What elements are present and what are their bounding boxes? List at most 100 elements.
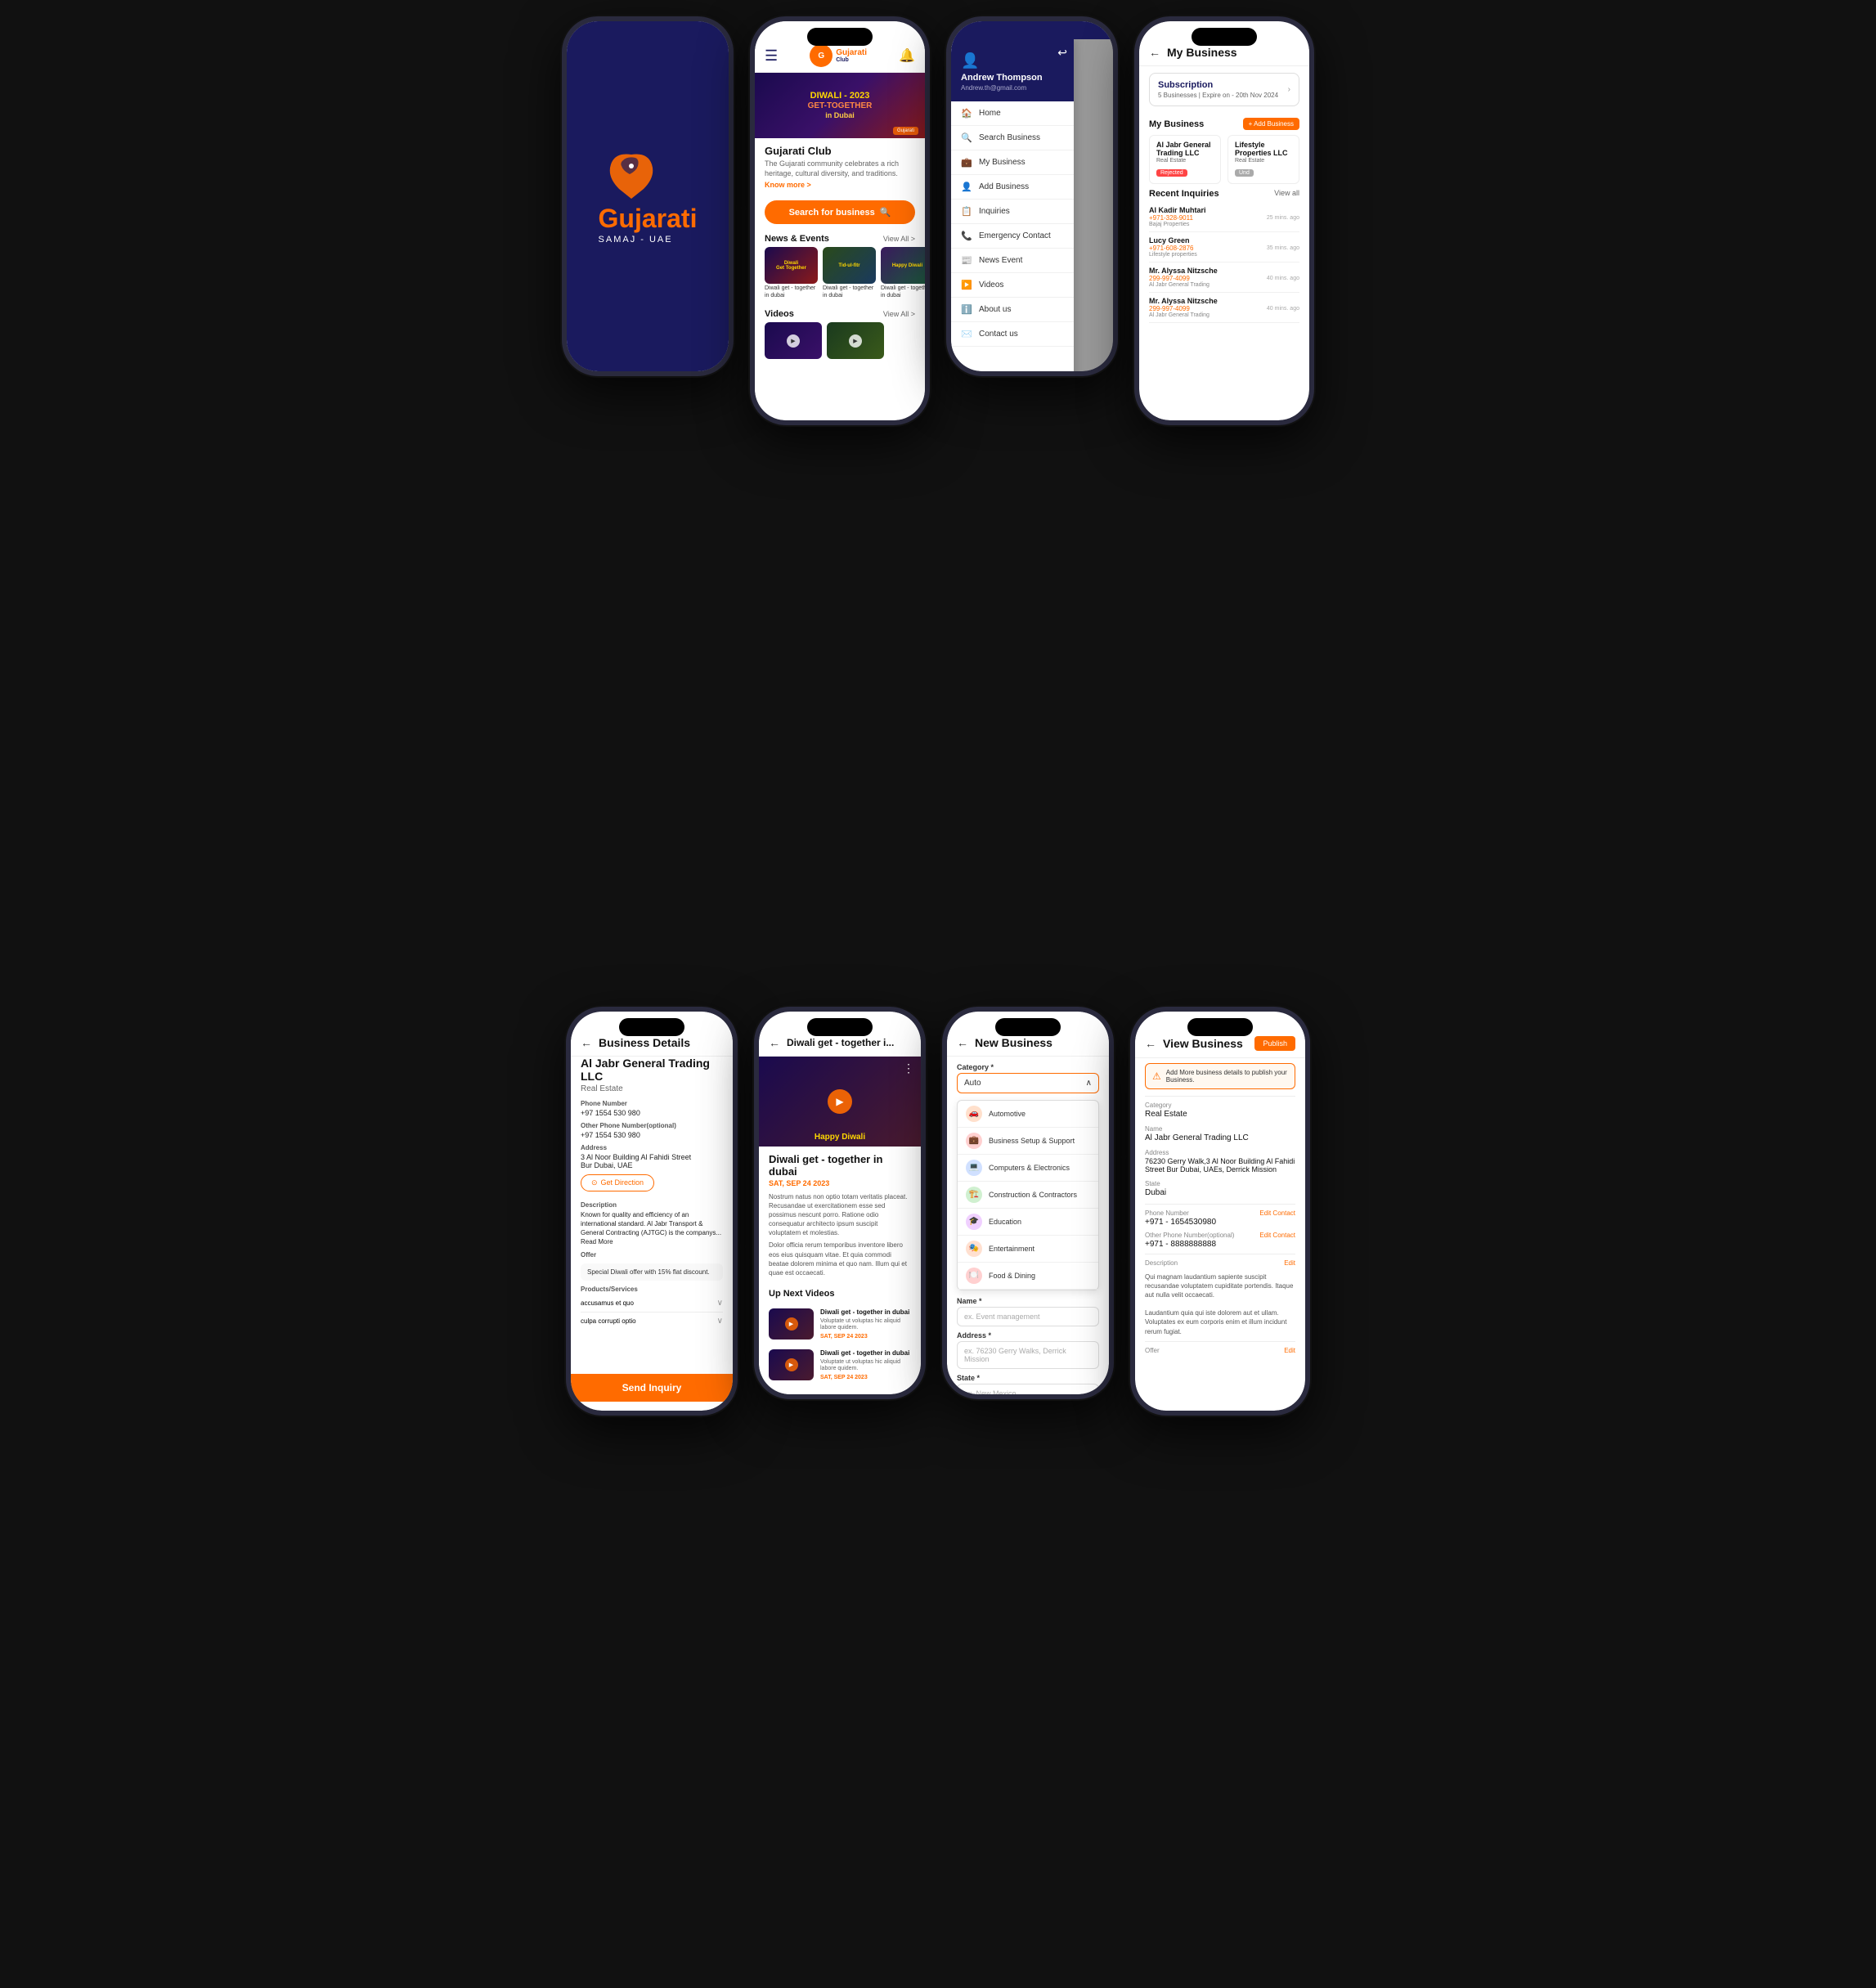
back-button[interactable]: ← — [581, 1036, 592, 1049]
logout-icon[interactable]: ↩ — [1057, 46, 1067, 60]
menu-item-home[interactable]: 🏠 Home — [951, 101, 1074, 126]
back-button[interactable]: ← — [957, 1036, 968, 1049]
add-business-button[interactable]: + Add Business — [1243, 118, 1299, 130]
up-next-date-2: SAT, SEP 24 2023 — [820, 1375, 911, 1380]
menu-item-contact[interactable]: ✉️ Contact us — [951, 322, 1074, 347]
menu-item-emergency[interactable]: 📞 Emergency Contact — [951, 224, 1074, 249]
edit-offer-link[interactable]: Edit — [1284, 1347, 1295, 1354]
back-button[interactable]: ← — [1145, 1037, 1156, 1050]
phone-new-business: ← New Business Category * Auto ∧ 🚗 Autom… — [942, 1007, 1114, 1399]
inq-item-4[interactable]: Mr. Alyssa Nitzsche 299-997-4099 40 mins… — [1149, 293, 1299, 323]
menu-item-search[interactable]: 🔍 Search Business — [951, 126, 1074, 150]
computers-icon: 💻 — [966, 1160, 982, 1176]
edit-description-link[interactable]: Edit — [1284, 1259, 1295, 1267]
up-next-label: Up Next Videos — [759, 1284, 921, 1304]
cat-construction[interactable]: 🏗️ Construction & Contractors — [958, 1182, 1098, 1209]
subscription-box[interactable]: Subscription 5 Businesses | Expire on - … — [1149, 73, 1299, 106]
inq-biz-3: Al Jabr General Trading — [1149, 282, 1299, 288]
category-form-label: Category * — [957, 1063, 1099, 1071]
cat-food[interactable]: 🍽️ Food & Dining — [958, 1263, 1098, 1290]
inq-phone-4: 299-997-4099 — [1149, 305, 1190, 312]
food-icon: 🍽️ — [966, 1268, 982, 1284]
offer-label: Offer — [1145, 1347, 1160, 1354]
up-next-date-1: SAT, SEP 24 2023 — [820, 1334, 911, 1340]
hamburger-icon[interactable]: ☰ — [765, 47, 778, 65]
page-title: Diwali get - together i... — [787, 1037, 911, 1048]
news-card-1[interactable]: DiwaliGet Together Diwali get - together… — [765, 247, 818, 299]
know-more-link[interactable]: Know more > — [765, 181, 915, 189]
product-item-2[interactable]: culpa corrupti optio ∨ — [581, 1313, 723, 1324]
up-next-info-2: Diwali get - together in dubai Voluptate… — [820, 1349, 911, 1380]
menu-item-news[interactable]: 📰 News Event — [951, 249, 1074, 273]
video-title: Diwali get - together in dubai — [769, 1153, 911, 1178]
cat-education[interactable]: 🎓 Education — [958, 1209, 1098, 1236]
category-value: Real Estate — [1145, 1110, 1295, 1119]
add-icon: 👤 — [961, 182, 972, 192]
publish-button[interactable]: Publish — [1254, 1036, 1295, 1051]
up-next-item-1[interactable]: ▶ Diwali get - together in dubai Volupta… — [759, 1304, 921, 1344]
warning-box: ⚠ Add More business details to publish y… — [1145, 1063, 1295, 1089]
more-options-icon[interactable]: ⋮ — [903, 1061, 914, 1075]
inq-item-1[interactable]: Al Kadir Muhtari +971-328-9011 25 mins. … — [1149, 202, 1299, 232]
cat-business-setup[interactable]: 💼 Business Setup & Support — [958, 1128, 1098, 1155]
biz-card-1[interactable]: Al Jabr General Trading LLC Real Estate … — [1149, 135, 1221, 184]
play-button[interactable]: ▶ — [828, 1089, 852, 1114]
biz-card-2[interactable]: Lifestyle Properties LLC Real Estate Und — [1227, 135, 1299, 184]
up-next-item-2[interactable]: ▶ Diwali get - together in dubai Volupta… — [759, 1344, 921, 1385]
inq-biz-1: Bajaj Properties — [1149, 222, 1299, 227]
news-row: DiwaliGet Together Diwali get - together… — [755, 247, 925, 304]
back-button[interactable]: ← — [1149, 46, 1160, 59]
cat-entertainment[interactable]: 🎭 Entertainment — [958, 1236, 1098, 1263]
menu-item-inquiries[interactable]: 📋 Inquiries — [951, 200, 1074, 224]
phone-icon: 📞 — [961, 231, 972, 241]
state-input[interactable]: ex. New Mexico — [957, 1384, 1099, 1394]
product-item-1[interactable]: accusamus et quo ∨ — [581, 1295, 723, 1313]
cat-label-entertainment: Entertainment — [989, 1245, 1034, 1253]
description-value: Known for quality and efficiency of an i… — [581, 1210, 723, 1247]
home-icon: 🏠 — [961, 108, 972, 119]
phone-value: +971 - 1654530980 — [1145, 1218, 1216, 1227]
video-thumb-2[interactable]: ▶ — [827, 322, 884, 359]
category-dropdown-trigger[interactable]: Auto ∧ — [957, 1073, 1099, 1093]
video-player[interactable]: ▶ ⋮ Happy Diwali — [759, 1057, 921, 1147]
education-icon: 🎓 — [966, 1214, 982, 1230]
inquiries-view-all[interactable]: View all — [1274, 189, 1299, 199]
cat-automotive[interactable]: 🚗 Automotive — [958, 1101, 1098, 1128]
biz-card-cat-1: Real Estate — [1156, 158, 1214, 164]
biz-detail-content: Al Jabr General Trading LLC Real Estate … — [571, 1057, 733, 1325]
menu-item-mybusiness[interactable]: 💼 My Business — [951, 150, 1074, 175]
menu-item-about[interactable]: ℹ️ About us — [951, 298, 1074, 322]
edit-phone-link[interactable]: Edit Contact — [1259, 1209, 1295, 1217]
video-thumb-1[interactable]: ▶ — [765, 322, 822, 359]
search-button[interactable]: Search for business 🔍 — [765, 200, 915, 224]
video-date: SAT, SEP 24 2023 — [769, 1179, 911, 1187]
videos-view-all[interactable]: View All > — [883, 310, 915, 318]
cat-computers[interactable]: 💻 Computers & Electronics — [958, 1155, 1098, 1182]
address-form-label: Address * — [957, 1331, 1099, 1340]
name-input[interactable]: ex. Event management — [957, 1307, 1099, 1326]
back-button[interactable]: ← — [769, 1036, 780, 1049]
menu-item-addbusiness[interactable]: 👤 Add Business — [951, 175, 1074, 200]
product-name-1: accusamus et quo — [581, 1299, 634, 1307]
menu-item-videos[interactable]: ▶️ Videos — [951, 273, 1074, 298]
address-input[interactable]: ex. 76230 Gerry Walks, Derrick Mission — [957, 1341, 1099, 1369]
phone-value: +97 1554 530 980 — [581, 1109, 723, 1117]
sidebar-overlay: 👤 Andrew Thompson Andrew.th@gmail.com ↩ … — [951, 39, 1113, 371]
sidebar-dim-overlay[interactable] — [1074, 39, 1113, 371]
inq-item-2[interactable]: Lucy Green +971-608-2876 35 mins. ago Li… — [1149, 232, 1299, 263]
video-overlay-text: Happy Diwali — [759, 1133, 921, 1142]
news-card-3[interactable]: Happy Diwali Diwali get - together in du… — [881, 247, 925, 299]
news-icon: 📰 — [961, 255, 972, 266]
view-address-section: Address 76230 Gerry Walk,3 Al Noor Build… — [1145, 1149, 1295, 1174]
news-view-all[interactable]: View All > — [883, 235, 915, 243]
inq-phone-3: 299-997-4099 — [1149, 275, 1190, 282]
chevron-up-icon: ∧ — [1086, 1079, 1092, 1088]
notification-icon[interactable]: 🔔 — [899, 47, 915, 64]
edit-other-phone-link[interactable]: Edit Contact — [1259, 1232, 1295, 1239]
news-card-2[interactable]: Tid-ul-fitr Diwali get - together in dub… — [823, 247, 876, 299]
address-label: Address — [581, 1144, 723, 1151]
state-value: Dubai — [1145, 1188, 1295, 1197]
send-inquiry-button[interactable]: Send Inquiry — [571, 1374, 733, 1402]
inq-item-3[interactable]: Mr. Alyssa Nitzsche 299-997-4099 40 mins… — [1149, 263, 1299, 293]
get-direction-button[interactable]: ⊙ Get Direction — [581, 1174, 654, 1191]
